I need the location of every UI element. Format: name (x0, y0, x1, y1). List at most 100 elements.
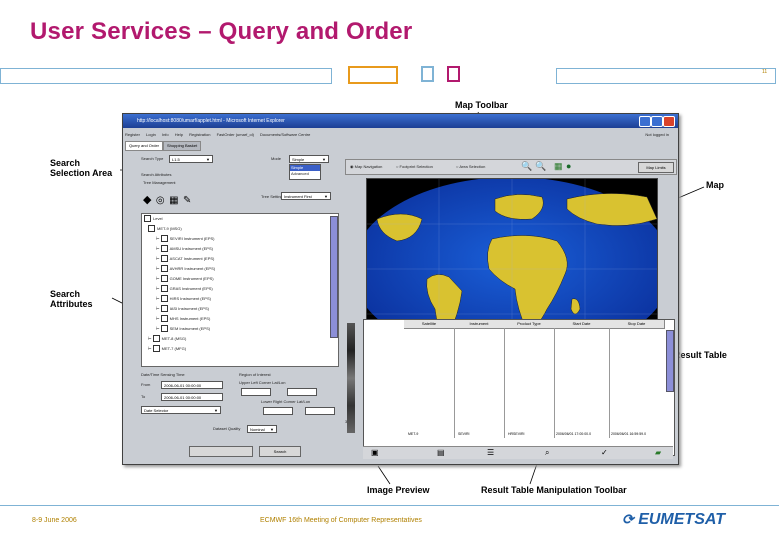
globe-icon[interactable]: ● (566, 161, 571, 171)
image-preview[interactable] (347, 323, 355, 433)
list-icon[interactable]: ☰ (487, 448, 494, 457)
window-title: http://localhost:8080/umarf/applet.html … (137, 118, 285, 124)
select-icon[interactable]: ✓ (601, 448, 608, 457)
checkbox[interactable] (144, 215, 151, 223)
find-icon[interactable]: ⌕ (545, 448, 549, 458)
tree-item[interactable]: ⊢ MET-7 (MFG) (142, 344, 338, 354)
upper-left-lon-input[interactable] (287, 388, 317, 396)
tree-item[interactable]: ⊢ MHS Instrument (EPS) (142, 314, 338, 324)
search-button[interactable]: Search (259, 446, 301, 457)
expand-icon[interactable]: ◆ (143, 194, 151, 206)
footer-date: 8-9 June 2006 (32, 517, 77, 524)
date-range-label: Date/Time Sensing Time (141, 372, 185, 377)
tree-item[interactable]: ⊢ AVHRR Instrument (EPS) (142, 264, 338, 274)
menu-item-fastorder[interactable]: FastOrder (umarf_ol) (217, 132, 254, 137)
column-header-satellite[interactable]: Satellite (404, 320, 455, 329)
lower-right-lon-input[interactable] (305, 407, 335, 415)
tree-item[interactable]: ⊢ SEM Instrument (EPS) (142, 324, 338, 334)
filter-icon[interactable]: ▦ (169, 195, 178, 206)
column-header-stop-date[interactable]: Stop Date (609, 320, 665, 329)
details-icon[interactable]: ▤ (437, 448, 445, 457)
menu-bar: Register Login Info Help Registration Fa… (125, 130, 675, 139)
tree-item[interactable]: ⊢ MET-8 (MSG) (142, 334, 338, 344)
menu-item-register[interactable]: Register (125, 132, 140, 137)
tree-item[interactable]: ⊢ ASCAT Instrument (EPS) (142, 254, 338, 264)
tree-management-label: Tree Management (143, 180, 176, 185)
checkbox[interactable] (160, 295, 168, 303)
menu-item-help[interactable]: Help (175, 132, 183, 137)
preview-strip: 3 (345, 319, 363, 454)
upper-left-lat-input[interactable] (241, 388, 271, 396)
quality-select[interactable]: Nominal ▼ (247, 425, 277, 433)
column-header-product-type[interactable]: Product Type (504, 320, 555, 329)
quality-label: Dataset Quality (213, 426, 241, 431)
tab-query-and-order[interactable]: Query and Order (125, 141, 164, 151)
row-index: 3 (345, 419, 348, 424)
checkbox[interactable] (160, 235, 168, 243)
tree-item[interactable]: ⊢ HIRS Instrument (EPS) (142, 294, 338, 304)
tree-item[interactable]: ⊢ GOME Instrument (EPS) (142, 274, 338, 284)
map-limits-button[interactable]: Map Limits (638, 162, 674, 173)
edit-icon[interactable]: ✎ (183, 195, 191, 206)
lower-right-lat-input[interactable] (263, 407, 293, 415)
checkbox[interactable] (160, 275, 168, 283)
login-status: Not logged in (645, 132, 669, 137)
zoom-out-icon[interactable]: 🔍 (535, 161, 546, 172)
checkbox[interactable] (148, 225, 155, 233)
map-navigation-option[interactable]: ◉ Map Navigation (350, 164, 382, 170)
tree-item[interactable]: MET-9 (MSG) (142, 224, 338, 234)
map-toolbar: ◉ Map Navigation ○ Footprint Selection ○… (345, 159, 677, 175)
tree-item[interactable]: ⊢ SEVIRI Instrument (EPS) (142, 234, 338, 244)
minimize-button[interactable] (639, 116, 651, 127)
maximize-button[interactable] (651, 116, 663, 127)
date-selector-select[interactable]: Date Selector ▼ (141, 406, 221, 414)
cell-satellite: MET-9 (408, 432, 419, 436)
tree-item[interactable]: ⊢ IASI Instrument (EPS) (142, 304, 338, 314)
checkbox[interactable] (160, 315, 168, 323)
checkbox[interactable] (160, 245, 168, 253)
tree-item[interactable]: Level (142, 214, 338, 224)
from-date-input[interactable]: 2006-06-01 00:00:00 (161, 381, 223, 389)
eumetsat-logo: ⟳ EUMETSAT (622, 511, 725, 529)
mode-option-advanced[interactable]: Advanced (290, 171, 320, 177)
checkbox[interactable] (152, 345, 160, 353)
menu-item-info[interactable]: Info (162, 132, 169, 137)
region-label: Region of Interest (239, 372, 271, 377)
clear-button[interactable] (189, 446, 253, 457)
search-type-select[interactable]: L1.5 ▼ (169, 155, 213, 163)
cell-start-date: 2006/06/01 17:00:00.0 (556, 432, 592, 436)
checkbox[interactable] (160, 325, 168, 333)
collapse-icon[interactable]: ◎ (156, 195, 165, 206)
tree-item[interactable]: ⊢ AMSU Instrument (EPS) (142, 244, 338, 254)
cell-instrument: SEVIRI (458, 432, 470, 436)
basket-icon[interactable]: ▰ (655, 448, 661, 457)
checkbox[interactable] (160, 305, 168, 313)
grid-icon[interactable]: ▦ (554, 161, 563, 172)
search-type-label: Search Type (141, 156, 164, 161)
tree-scrollbar[interactable] (330, 216, 338, 338)
checkbox[interactable] (152, 335, 160, 343)
tree-setting-select[interactable]: Instrument First ▼ (281, 192, 331, 200)
search-attributes-label: Search Attributes (141, 172, 172, 177)
menu-item-documents[interactable]: Documents/Software Centre (260, 132, 310, 137)
result-scrollbar[interactable] (666, 330, 674, 392)
checkbox[interactable] (160, 285, 168, 293)
tab-shopping-basket[interactable]: Shopping Basket (163, 141, 202, 151)
preview-icon[interactable]: ▣ (371, 448, 379, 457)
column-header-start-date[interactable]: Start Date (554, 320, 610, 329)
mode-select[interactable]: Simple ▼ (289, 155, 329, 163)
column-header-instrument[interactable]: Instrument (454, 320, 505, 329)
area-selection-option[interactable]: ○ Area Selection (456, 164, 485, 170)
checkbox[interactable] (160, 255, 168, 263)
result-table: Satellite Instrument Product Type Start … (363, 319, 675, 456)
menu-item-registration[interactable]: Registration (189, 132, 210, 137)
zoom-in-icon[interactable]: 🔍 (521, 161, 532, 172)
menu-item-login[interactable]: Login (146, 132, 156, 137)
checkbox[interactable] (160, 265, 168, 273)
tree-item[interactable]: ⊢ GRAS Instrument (EPS) (142, 284, 338, 294)
search-attributes-tree: Level MET-9 (MSG) ⊢ SEVIRI Instrument (E… (141, 213, 339, 367)
to-date-input[interactable]: 2006-06-01 00:00:00 (161, 393, 223, 401)
footprint-selection-option[interactable]: ○ Footprint Selection (396, 164, 433, 170)
close-button[interactable] (663, 116, 675, 127)
result-toolbar: ▣ ▤ ☰ ⌕ ✓ ▰ (363, 446, 673, 459)
